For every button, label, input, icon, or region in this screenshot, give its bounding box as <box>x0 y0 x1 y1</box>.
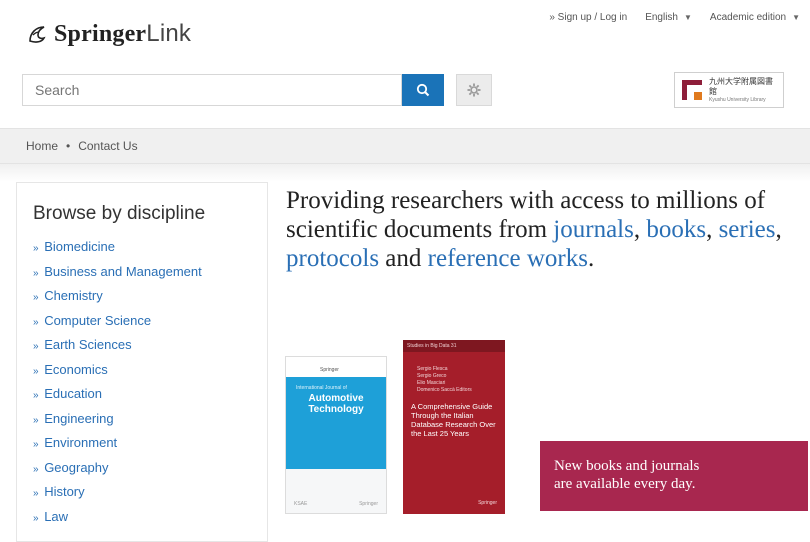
book-cover-database-guide[interactable]: Studies in Big Data 31 Sergio Flesca Ser… <box>403 340 505 514</box>
discipline-item[interactable]: » Computer Science <box>33 309 251 334</box>
discipline-item[interactable]: » Business and Management <box>33 260 251 285</box>
cover-title: A Comprehensive Guide Through the Italia… <box>411 402 496 438</box>
institution-name: 九州大学附属図書館 <box>709 76 773 96</box>
journals-link[interactable]: journals <box>553 216 634 243</box>
edition-selector[interactable]: Academic edition ▼ <box>710 12 800 23</box>
site-header: SpringerLink » Sign up / Log in English ▼… <box>0 0 810 120</box>
logo-wordmark: SpringerLink <box>54 20 192 47</box>
discipline-item[interactable]: » Environment <box>33 431 251 456</box>
breadcrumb-separator: • <box>66 139 71 153</box>
discipline-item[interactable]: » Education <box>33 382 251 407</box>
search-button[interactable] <box>402 74 444 106</box>
divider-band <box>0 164 810 182</box>
breadcrumb-contact[interactable]: Contact Us <box>78 139 137 153</box>
institution-subtitle: Kyushu University Library <box>709 96 766 103</box>
gear-icon <box>467 83 481 97</box>
discipline-sidebar: Browse by discipline » Biomedicine » Bus… <box>16 182 268 542</box>
series-link[interactable]: series <box>719 216 776 243</box>
caret-down-icon: ▼ <box>684 13 692 22</box>
hero-tagline: Providing researchers with access to mil… <box>286 187 782 272</box>
top-links: » Sign up / Log in English ▼ Academic edi… <box>549 12 800 23</box>
search-icon <box>416 83 430 97</box>
language-selector[interactable]: English ▼ <box>645 12 692 23</box>
protocols-link[interactable]: protocols <box>286 245 379 272</box>
discipline-item[interactable]: » Biomedicine <box>33 235 251 260</box>
discipline-item[interactable]: » Law <box>33 505 251 530</box>
breadcrumb-home[interactable]: Home <box>26 139 58 153</box>
springerlink-logo[interactable]: SpringerLink <box>26 20 191 48</box>
books-link[interactable]: books <box>646 216 706 243</box>
breadcrumb: Home • Contact Us <box>0 128 810 164</box>
cover-authors: Sergio Flesca Sergio Greco Elio Masciari… <box>417 366 472 393</box>
signup-login-link[interactable]: » Sign up / Log in <box>549 12 627 23</box>
caret-down-icon: ▼ <box>792 13 800 22</box>
discipline-item[interactable]: » Geography <box>33 456 251 481</box>
discipline-item[interactable]: » History <box>33 480 251 505</box>
institution-logo: 九州大学附属図書館 Kyushu University Library <box>674 72 784 108</box>
discipline-item[interactable]: » Earth Sciences <box>33 333 251 358</box>
reference-works-link[interactable]: reference works <box>428 245 588 272</box>
discipline-item[interactable]: » Economics <box>33 358 251 383</box>
promo-banner[interactable]: New books and journals are available eve… <box>540 441 808 511</box>
cover-title: Automotive Technology <box>308 393 364 415</box>
discipline-item[interactable]: » Engineering <box>33 407 251 432</box>
springer-horse-icon <box>29 26 46 43</box>
search-input[interactable] <box>22 74 402 106</box>
journal-cover-automotive[interactable]: Springer International Journal of Automo… <box>285 356 387 514</box>
search-options-button[interactable] <box>456 74 492 106</box>
kyushu-library-icon <box>681 79 703 101</box>
discipline-list: » Biomedicine » Business and Management … <box>33 235 251 529</box>
sidebar-title: Browse by discipline <box>33 203 206 224</box>
search-bar <box>22 74 444 108</box>
discipline-item[interactable]: » Chemistry <box>33 284 251 309</box>
